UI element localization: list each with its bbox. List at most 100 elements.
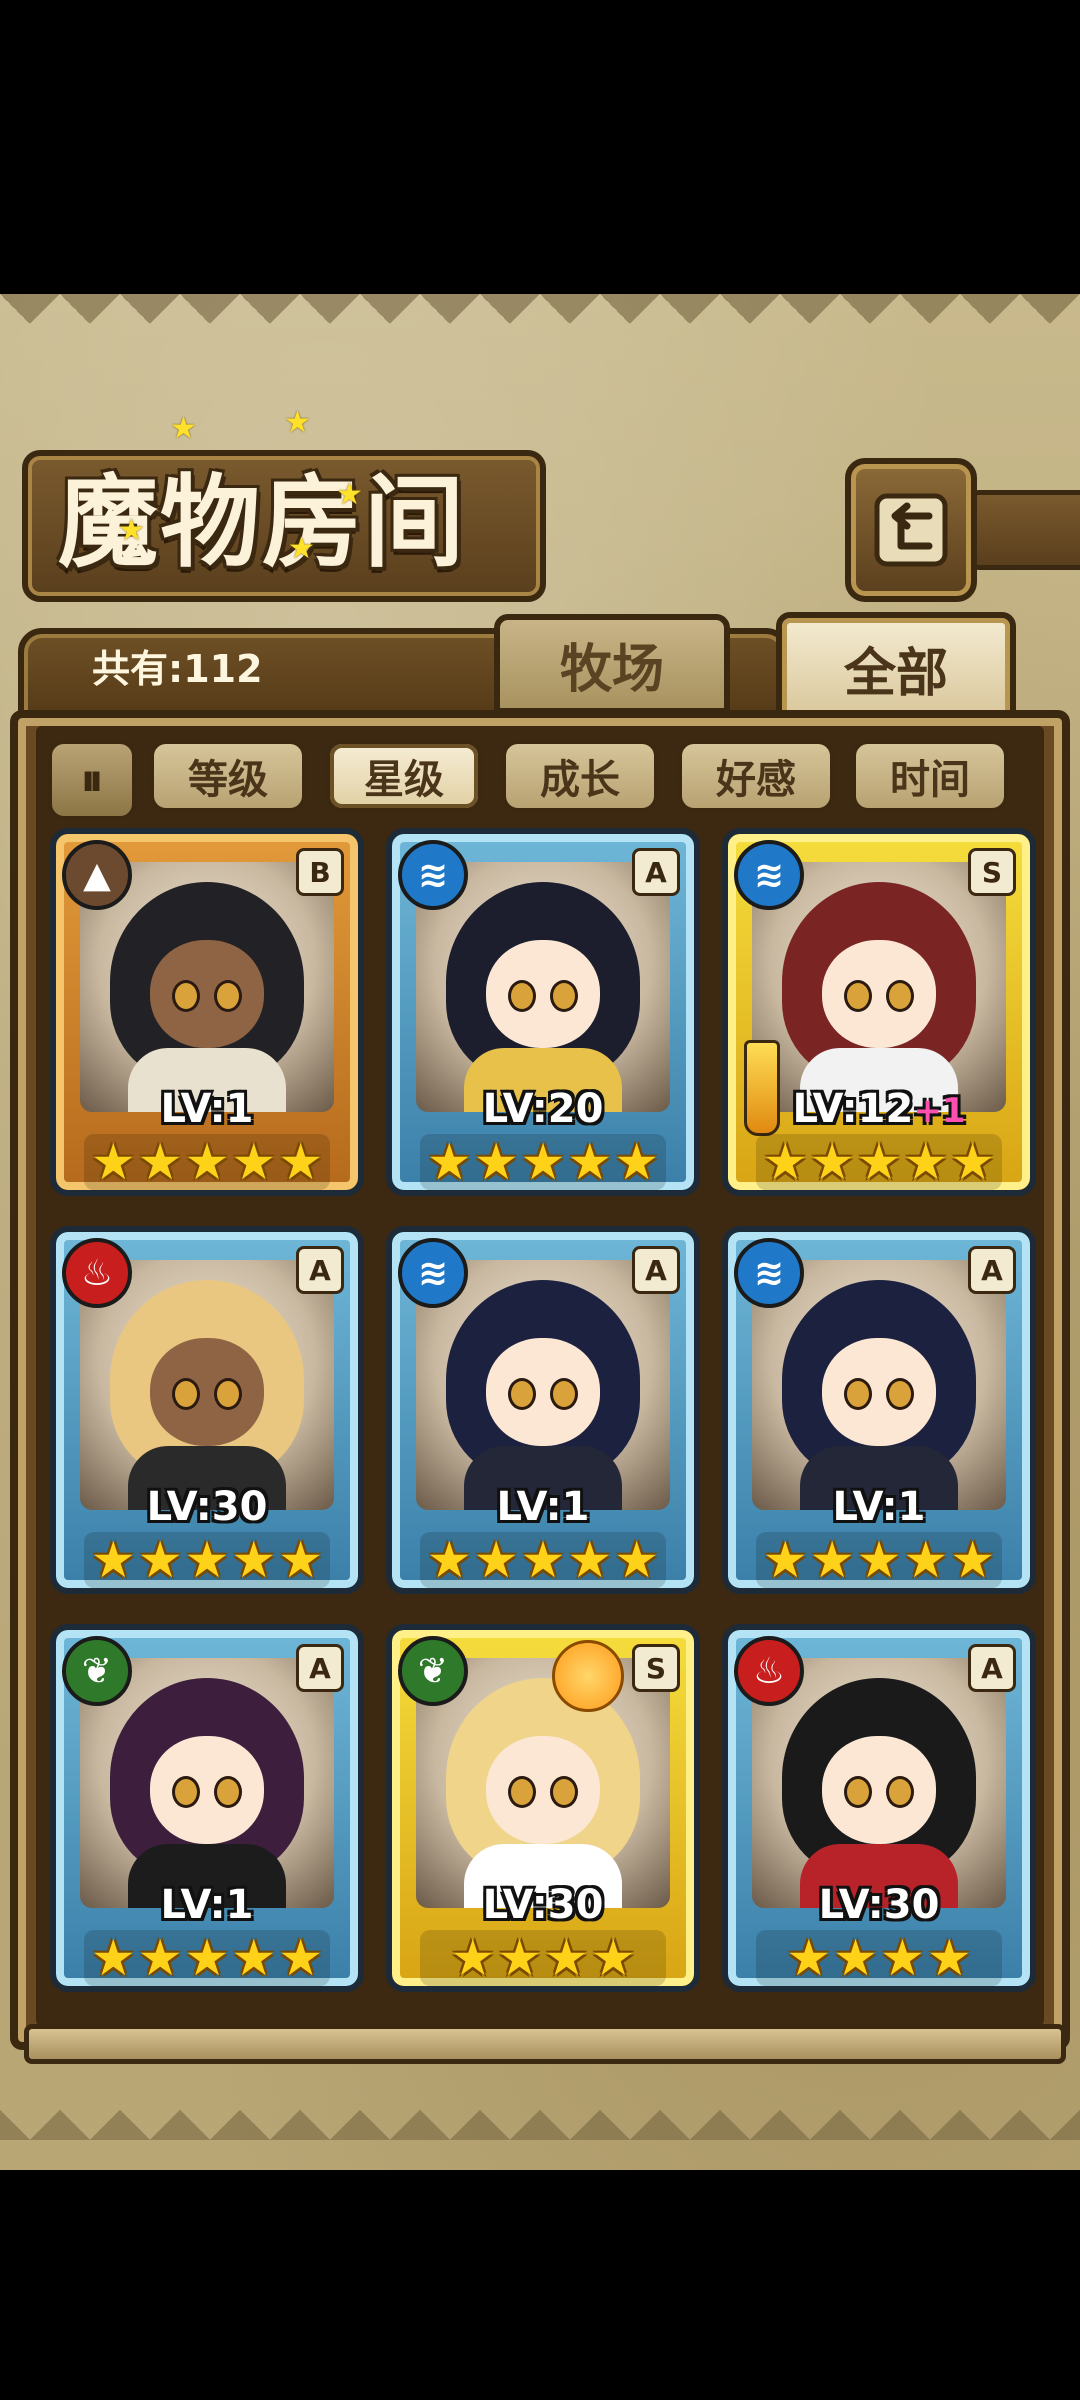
star-icon: ★ bbox=[809, 1531, 855, 1589]
level-text: LV:1 bbox=[496, 1484, 590, 1530]
portrait-eye bbox=[214, 1776, 242, 1808]
monster-level: LV:1 bbox=[56, 1086, 358, 1132]
back-arrow-icon bbox=[874, 493, 948, 567]
star-icon: ★ bbox=[544, 1929, 589, 1987]
water-element-icon: ≋ bbox=[398, 840, 468, 910]
portrait-face bbox=[822, 1338, 936, 1446]
portrait-eye bbox=[550, 980, 578, 1012]
portrait-eye bbox=[214, 980, 242, 1012]
portrait-eye bbox=[886, 980, 914, 1012]
star-icon: ★ bbox=[786, 1929, 832, 1987]
portrait-eye bbox=[886, 1378, 914, 1410]
star-icon: ★ bbox=[184, 1531, 230, 1589]
star-icon: ★ bbox=[278, 1929, 324, 1987]
star-rating: ★ ★ ★ ★ ★ bbox=[420, 1532, 666, 1588]
star-icon: ★ bbox=[950, 1133, 996, 1191]
rank-badge: S bbox=[632, 1644, 680, 1692]
monster-level: LV:30 bbox=[392, 1882, 694, 1928]
star-icon: ★ bbox=[856, 1133, 902, 1191]
portrait-face bbox=[150, 940, 264, 1048]
rank-badge: A bbox=[632, 1246, 680, 1294]
level-text: LV:1 bbox=[160, 1882, 254, 1928]
portrait-face bbox=[822, 940, 936, 1048]
star-icon: ★ bbox=[231, 1531, 277, 1589]
star-icon: ★ bbox=[473, 1133, 519, 1191]
filter-star[interactable]: 星级 bbox=[326, 740, 482, 812]
portrait-eye bbox=[844, 1776, 872, 1808]
monster-card[interactable]: ≋ A LV:1 ★ ★ ★ ★ ★ bbox=[722, 1226, 1036, 1594]
portrait-face bbox=[150, 1736, 264, 1844]
filter-growth[interactable]: 成长 bbox=[502, 740, 658, 812]
star-rating: ★ ★ ★ ★ ★ bbox=[420, 1134, 666, 1190]
monster-card[interactable]: ❦ S LV:30 ★ ★ ★ ★ bbox=[386, 1624, 700, 1992]
star-icon: ★ bbox=[903, 1531, 949, 1589]
monster-level: LV:1 bbox=[56, 1882, 358, 1928]
status-area bbox=[0, 0, 1080, 294]
sparkle-star-icon: ★ bbox=[118, 513, 145, 548]
star-rating: ★ ★ ★ ★ ★ bbox=[84, 1134, 330, 1190]
sort-order-toggle[interactable]: ⏸ bbox=[48, 740, 136, 820]
monster-card[interactable]: ≋ A LV:1 ★ ★ ★ ★ ★ bbox=[386, 1226, 700, 1594]
star-icon: ★ bbox=[137, 1929, 183, 1987]
fire-element-icon: ♨ bbox=[734, 1636, 804, 1706]
portrait-face bbox=[150, 1338, 264, 1446]
star-rating: ★ ★ ★ ★ bbox=[756, 1930, 1002, 1986]
star-icon: ★ bbox=[278, 1133, 324, 1191]
monster-count: 共有:112 bbox=[92, 647, 263, 691]
level-text: LV:30 bbox=[146, 1484, 268, 1530]
monster-card[interactable]: ❦ A LV:1 ★ ★ ★ ★ ★ bbox=[50, 1624, 364, 1992]
level-text: LV:30 bbox=[818, 1882, 940, 1928]
rank-badge: A bbox=[296, 1246, 344, 1294]
star-icon: ★ bbox=[762, 1133, 808, 1191]
sparkle-star-icon: ★ bbox=[284, 405, 311, 440]
star-icon: ★ bbox=[184, 1133, 230, 1191]
filter-level[interactable]: 等级 bbox=[150, 740, 306, 812]
sparkle-star-icon: ★ bbox=[336, 477, 363, 512]
level-text: LV:1 bbox=[832, 1484, 926, 1530]
monster-card[interactable]: ▲ B LV:1 ★ ★ ★ ★ ★ bbox=[50, 828, 364, 1196]
star-icon: ★ bbox=[567, 1133, 613, 1191]
portrait-eye bbox=[550, 1378, 578, 1410]
star-icon: ★ bbox=[278, 1531, 324, 1589]
star-icon: ★ bbox=[90, 1133, 136, 1191]
filter-time[interactable]: 时间 bbox=[852, 740, 1008, 812]
rank-badge: A bbox=[296, 1644, 344, 1692]
star-rating: ★ ★ ★ ★ ★ bbox=[84, 1532, 330, 1588]
monster-level: LV:30 bbox=[728, 1882, 1030, 1928]
star-icon: ★ bbox=[520, 1133, 566, 1191]
portrait-eye bbox=[172, 1378, 200, 1410]
monster-card[interactable]: ♨ A LV:30 ★ ★ ★ ★ ★ bbox=[50, 1226, 364, 1594]
monster-level: LV:1 bbox=[392, 1484, 694, 1530]
portrait-face bbox=[486, 1736, 600, 1844]
monster-card[interactable]: ≋ A LV:20 ★ ★ ★ ★ ★ bbox=[386, 828, 700, 1196]
level-bonus: +1 bbox=[913, 1091, 966, 1131]
star-icon: ★ bbox=[856, 1531, 902, 1589]
tab-ranch[interactable]: 牧场 bbox=[494, 614, 730, 714]
portrait-eye bbox=[844, 980, 872, 1012]
star-icon: ★ bbox=[231, 1133, 277, 1191]
back-button[interactable] bbox=[845, 458, 977, 602]
rank-badge: B bbox=[296, 848, 344, 896]
filter-affection[interactable]: 好感 bbox=[678, 740, 834, 812]
star-icon: ★ bbox=[520, 1531, 566, 1589]
star-icon: ★ bbox=[450, 1929, 496, 1987]
star-icon: ★ bbox=[137, 1133, 183, 1191]
star-icon: ★ bbox=[473, 1531, 519, 1589]
tab-all[interactable]: 全部 bbox=[776, 612, 1016, 724]
back-button-rail bbox=[965, 490, 1080, 570]
star-icon: ★ bbox=[231, 1929, 277, 1987]
portrait-face bbox=[486, 940, 600, 1048]
star-icon: ★ bbox=[926, 1929, 972, 1987]
star-rating: ★ ★ ★ ★ ★ bbox=[756, 1134, 1002, 1190]
orange-fruit-icon bbox=[552, 1640, 624, 1712]
portrait-eye bbox=[508, 1378, 536, 1410]
star-icon: ★ bbox=[762, 1531, 808, 1589]
navigation-area bbox=[0, 2170, 1080, 2400]
water-element-icon: ≋ bbox=[398, 1238, 468, 1308]
star-icon: ★ bbox=[590, 1929, 636, 1987]
monster-card[interactable]: ♨ A LV:30 ★ ★ ★ ★ bbox=[722, 1624, 1036, 1992]
monster-card[interactable]: ≋ S LV:12+1 ★ ★ ★ ★ ★ bbox=[722, 828, 1036, 1196]
rank-badge: A bbox=[632, 848, 680, 896]
pause-bars-icon: ⏸ bbox=[81, 754, 103, 806]
star-icon: ★ bbox=[903, 1133, 949, 1191]
